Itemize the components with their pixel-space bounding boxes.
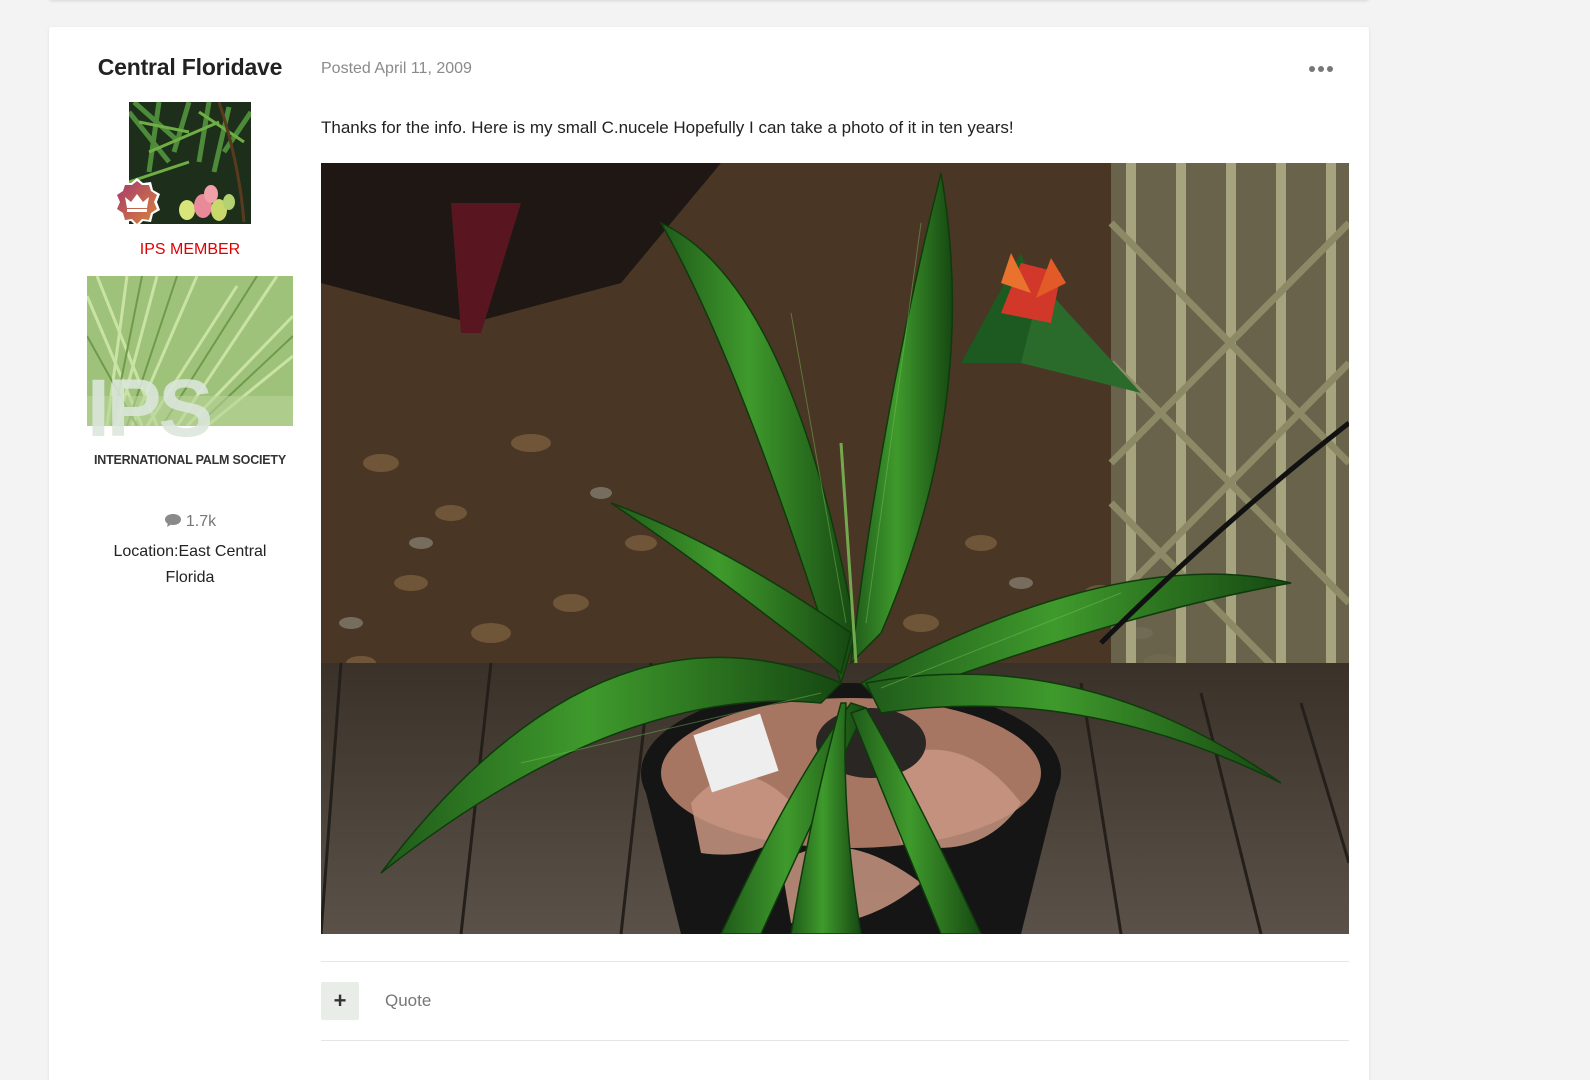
post-date[interactable]: Posted April 11, 2009 bbox=[321, 60, 472, 78]
ellipsis-icon bbox=[1309, 66, 1315, 72]
post-content-text: Thanks for the info. Here is my small C.… bbox=[321, 118, 1014, 137]
actions-divider-top bbox=[321, 961, 1349, 962]
post-attached-photo[interactable] bbox=[321, 163, 1349, 934]
banner-ips-letters: IPS bbox=[87, 363, 213, 454]
post-count-value: 1.7k bbox=[185, 513, 217, 530]
member-group-label: IPS MEMBER bbox=[139, 241, 241, 258]
banner-society-name: INTERNATIONAL PALM SOCIETY bbox=[93, 453, 287, 467]
post-options-button[interactable] bbox=[1307, 57, 1335, 77]
author-name[interactable]: Central Floridave bbox=[54, 54, 326, 81]
forum-post: Central Floridave IPS MEMBER IPS INTERNA… bbox=[49, 27, 1369, 1080]
crown-badge-icon[interactable] bbox=[111, 177, 163, 229]
comment-icon bbox=[164, 513, 182, 533]
react-button[interactable]: + bbox=[321, 982, 359, 1020]
author-location: Location:East Central Florida bbox=[113, 543, 267, 586]
page: Central Floridave IPS MEMBER IPS INTERNA… bbox=[0, 0, 1590, 1080]
post-count[interactable]: 1.7k bbox=[79, 513, 301, 533]
group-banner-image: IPS INTERNATIONAL PALM SOCIETY bbox=[87, 276, 293, 470]
quote-button[interactable]: Quote bbox=[385, 991, 431, 1011]
actions-divider-bottom bbox=[321, 1040, 1349, 1041]
